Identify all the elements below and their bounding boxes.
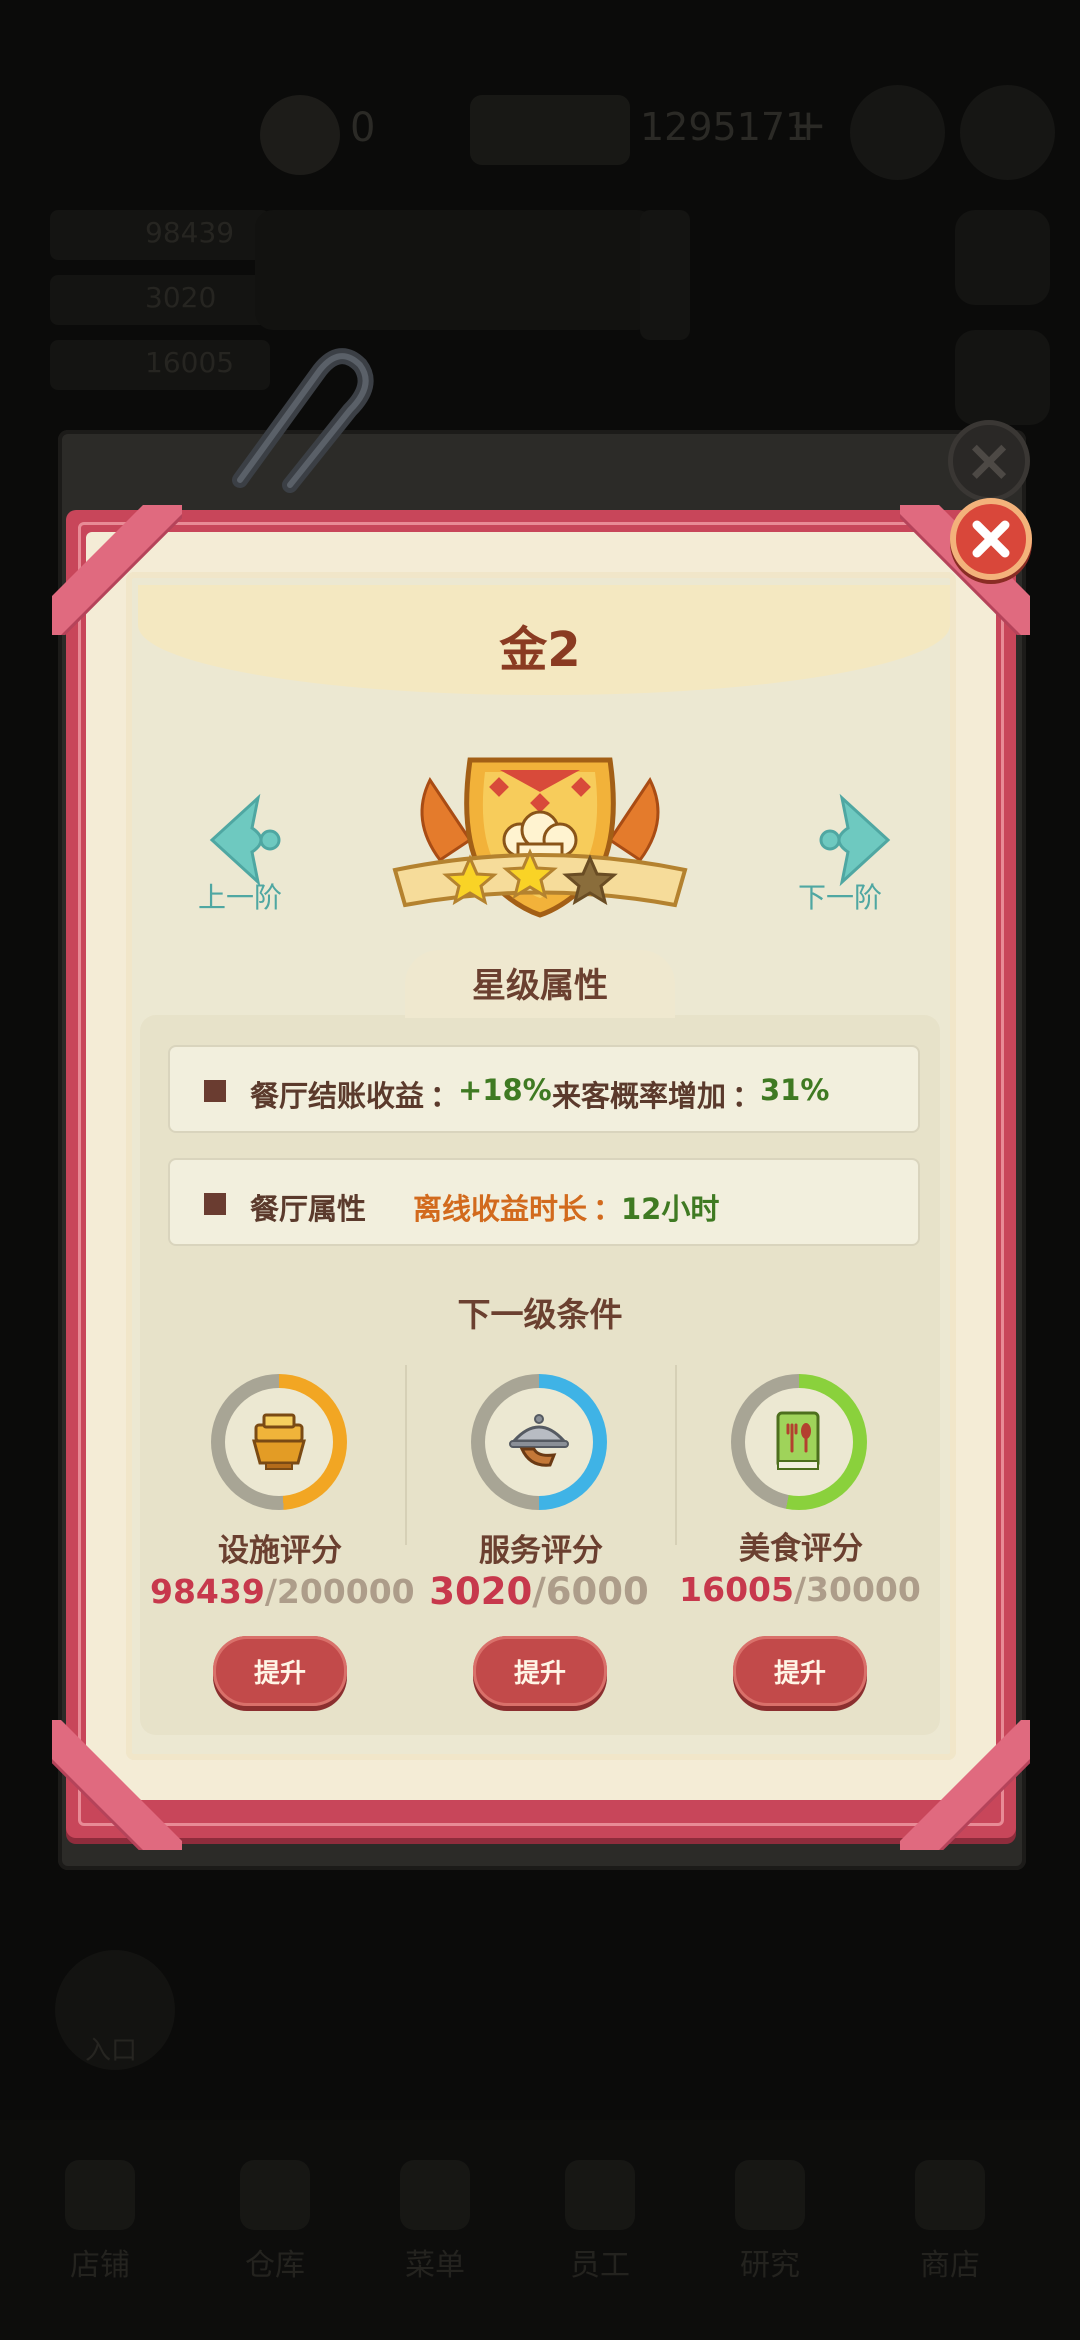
close-button[interactable] (950, 498, 1032, 580)
tab-label: 研究 (740, 2248, 800, 2283)
recipe-book-icon (776, 1411, 820, 1470)
attr-name: 餐厅结账收益 (250, 1079, 425, 1113)
divider (675, 1365, 677, 1545)
tab-label: 店铺 (70, 2248, 130, 2283)
bg-restaurant-panel (255, 210, 655, 330)
settings-button[interactable] (850, 85, 945, 180)
attr-name-2: 来客概率增加 (552, 1079, 727, 1113)
bullet-icon (204, 1193, 226, 1215)
bg-stat-service: 3020 (50, 275, 270, 325)
research-icon (735, 2160, 805, 2230)
max-value: /30000 (793, 1570, 921, 1609)
attribute-row-restaurant: 餐厅属性 离线收益时长 ： 12小时 (168, 1158, 920, 1246)
food-progress-ring (731, 1374, 867, 1510)
current-value: 98439 (150, 1572, 265, 1611)
corner-ribbon (900, 1720, 1030, 1850)
facility-progress-ring (211, 1374, 347, 1510)
attr-label: 离线收益时长 (413, 1192, 588, 1226)
tab-label: 仓库 (245, 2248, 305, 2283)
food-upgrade-button[interactable]: 提升 (733, 1636, 867, 1706)
arrow-left-icon (209, 793, 281, 887)
tab-menu[interactable]: 菜单 (375, 2140, 495, 2310)
attr-value: +18% (458, 1073, 552, 1107)
bg-stat-facility: 98439 (50, 210, 270, 260)
service-progress-ring (471, 1374, 607, 1510)
tab-label: 菜单 (405, 2248, 465, 2283)
gold-rank-badge (392, 757, 688, 918)
star-attributes-title: 星级属性 (472, 966, 608, 1006)
attr-sep: ： (430, 1079, 460, 1113)
storage-icon (240, 2160, 310, 2230)
service-score-value: 3020/6000 (409, 1570, 669, 1613)
max-value: /6000 (532, 1570, 649, 1613)
bg-entrance-button[interactable]: 入口 (55, 1950, 175, 2070)
arrow-right-icon (819, 793, 891, 887)
serving-tray-icon (509, 1414, 569, 1467)
shop-icon (65, 2160, 135, 2230)
next-rank-label[interactable]: 下一阶 (760, 876, 920, 916)
facility-upgrade-button[interactable]: 提升 (213, 1636, 347, 1706)
paperclip-icon (232, 348, 374, 493)
corner-ribbon (52, 1720, 182, 1850)
prev-rank-label[interactable]: 上一阶 (160, 876, 320, 916)
ring-inner (745, 1388, 853, 1496)
attr-sep: ： (593, 1192, 623, 1226)
bullet-icon (204, 1080, 226, 1102)
close-icon (972, 520, 1010, 558)
bg-panel-tab (640, 210, 690, 340)
max-value: /200000 (264, 1572, 415, 1611)
facility-score-value: 98439/200000 (150, 1572, 415, 1611)
coin-icon (260, 95, 340, 175)
bg-stat-value: 98439 (145, 216, 235, 249)
tab-shop[interactable]: 店铺 (40, 2140, 160, 2310)
next-rank-button[interactable] (790, 790, 900, 890)
ring-inner (225, 1388, 333, 1496)
bg-side-button[interactable] (955, 330, 1050, 425)
prev-rank-button[interactable] (200, 790, 310, 890)
bg-side-button[interactable] (955, 210, 1050, 305)
service-upgrade-button[interactable]: 提升 (473, 1636, 607, 1706)
store-icon (915, 2160, 985, 2230)
attribute-row-checkout: 餐厅结账收益 ： +18% 来客概率增加 ： 31% (168, 1045, 920, 1133)
tab-research[interactable]: 研究 (710, 2140, 830, 2310)
food-score-label: 美食评分 (739, 1531, 863, 1567)
service-score-label: 服务评分 (479, 1533, 603, 1569)
bg-entrance-label: 入口 (85, 2036, 138, 2066)
staff-icon (565, 2160, 635, 2230)
currency-bar (470, 95, 630, 165)
tab-staff[interactable]: 员工 (540, 2140, 660, 2310)
attr-value-2: 31% (760, 1073, 830, 1107)
attr-name: 餐厅属性 (250, 1192, 367, 1226)
tab-storage[interactable]: 仓库 (215, 2140, 335, 2310)
tab-label: 员工 (570, 2248, 630, 2283)
bg-stat-value: 3020 (145, 281, 217, 314)
coin-count: 0 (350, 105, 376, 151)
next-level-title: 下一级条件 (457, 1295, 623, 1334)
attr-sep-2: ： (732, 1079, 762, 1113)
hotpot-icon (252, 1413, 306, 1470)
close-icon-shadow: × (948, 420, 1030, 502)
tab-store[interactable]: 商店 (890, 2140, 1010, 2310)
attr-value: 12小时 (621, 1192, 720, 1226)
food-score-value: 16005/30000 (670, 1570, 930, 1609)
rank-title: 金2 (499, 622, 581, 678)
current-value: 16005 (679, 1570, 794, 1609)
facility-score-label: 设施评分 (218, 1533, 342, 1569)
ring-inner (485, 1388, 593, 1496)
current-value: 3020 (429, 1570, 533, 1613)
divider (405, 1365, 407, 1545)
menu-icon (400, 2160, 470, 2230)
add-money-button[interactable]: + (790, 100, 827, 151)
menu-button[interactable] (960, 85, 1055, 180)
tab-label: 商店 (920, 2248, 980, 2283)
money-count: 1295171 (640, 105, 810, 149)
